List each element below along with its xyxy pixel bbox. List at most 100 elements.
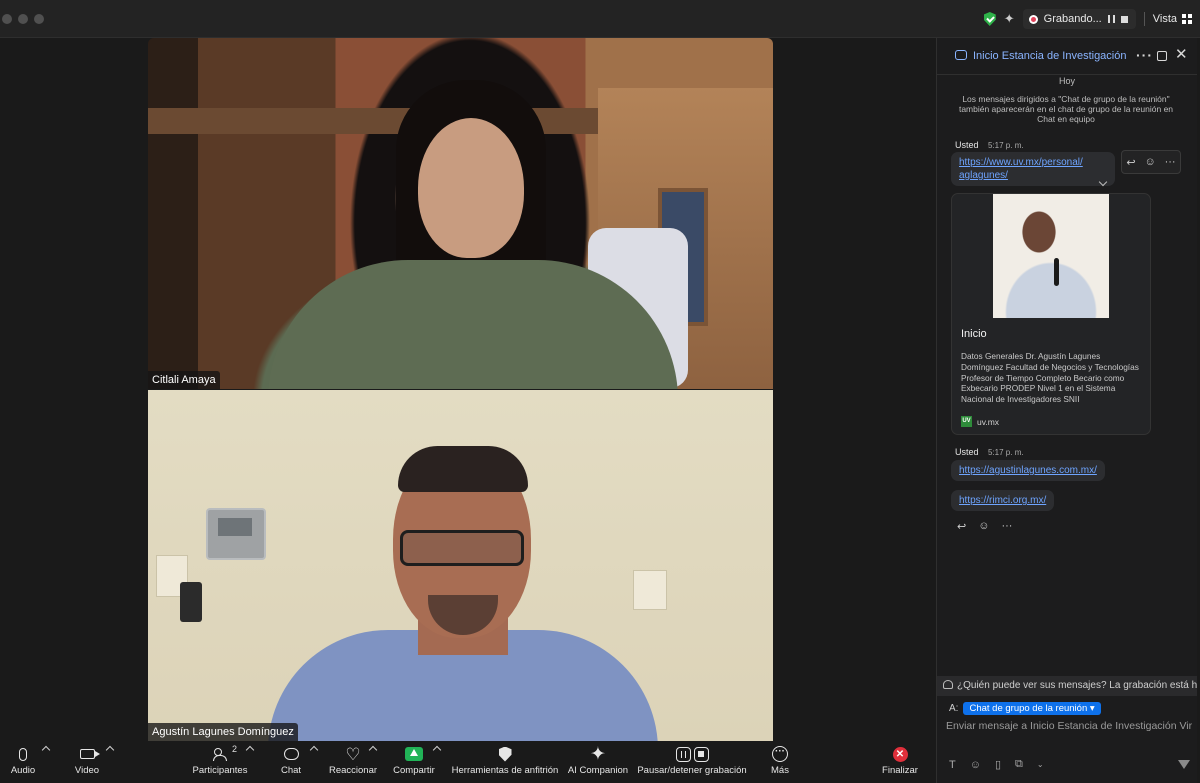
chevron-down-icon[interactable]: ⌄ <box>1037 760 1044 769</box>
stop-icon[interactable] <box>1120 15 1128 23</box>
sparkle-icon: ✦ <box>590 743 606 765</box>
reply-icon[interactable]: ↩ <box>1126 156 1135 169</box>
window-zoom-dot[interactable] <box>34 14 44 24</box>
preview-image <box>993 194 1109 318</box>
recording-indicator[interactable]: Grabando... <box>1022 9 1136 29</box>
window-minimize-dot[interactable] <box>18 14 28 24</box>
emoji-icon[interactable]: ☺ <box>1144 156 1155 168</box>
chat-button[interactable]: Chat <box>276 741 306 783</box>
chat-title[interactable]: Inicio Estancia de Investigación Vir... <box>973 50 1129 62</box>
participants-label: Participantes <box>192 765 248 776</box>
heart-icon: ♡ <box>345 744 361 764</box>
wall-charger <box>180 582 202 622</box>
end-button[interactable]: ✕ Finalizar <box>880 741 920 783</box>
view-button[interactable]: Vista <box>1153 13 1192 25</box>
window-titlebar: ✦ Grabando... Vista <box>0 0 1200 38</box>
preview-host: uv.mx <box>977 417 1000 427</box>
chat-bubble-icon <box>955 50 967 60</box>
preview-description: Datos Generales Dr. Agustín Lagunes Domí… <box>961 351 1139 405</box>
audio-button[interactable]: Audio <box>6 741 40 783</box>
share-button[interactable]: Compartir <box>390 741 438 783</box>
chat-notice: Los mensajes dirigidos a "Chat de grupo … <box>958 94 1174 124</box>
emoji-icon[interactable]: ☺ <box>970 759 981 771</box>
ai-companion-label: AI Companion <box>567 765 629 776</box>
reply-icon[interactable]: ↩ <box>957 520 966 533</box>
close-icon[interactable]: ✕ <box>1175 47 1188 62</box>
message-actions: ↩ ☺ ··· <box>1121 150 1181 174</box>
screenshot-icon[interactable]: ⧉ <box>1015 758 1023 771</box>
participant-face <box>418 118 524 258</box>
record-icon <box>1028 14 1038 24</box>
video-button[interactable]: Video <box>70 741 104 783</box>
message-link[interactable]: https://agustinlagunes.com.mx/ <box>959 465 1097 476</box>
who-can-see-banner[interactable]: ¿Quién puede ver sus mensajes? La grabac… <box>937 676 1197 696</box>
grid-icon <box>1182 14 1192 24</box>
react-label: Reaccionar <box>328 765 378 776</box>
who-can-see-text: ¿Quién puede ver sus mensajes? La grabac… <box>957 680 1197 691</box>
preview-title: Inicio <box>961 328 987 340</box>
host-tools-label: Herramientas de anfitrión <box>451 765 559 776</box>
send-icon[interactable] <box>1178 760 1190 769</box>
participant-name-tag: Citlali Amaya <box>148 371 220 389</box>
audio-label: Audio <box>10 765 36 776</box>
ellipsis-icon[interactable]: ··· <box>1165 156 1176 168</box>
message-bubble: https://www.uv.mx/personal/ aglagunes/ <box>951 152 1115 186</box>
video-tile-participant-1[interactable]: Citlali Amaya <box>148 38 773 389</box>
message-input[interactable]: Enviar mensaje a Inicio Estancia de Inve… <box>946 720 1192 732</box>
wall-switch <box>633 570 667 610</box>
host-tools-button[interactable]: Herramientas de anfitrión <box>450 741 560 783</box>
recipient-dropdown[interactable]: Chat de grupo de la reunión ▾ <box>963 702 1101 715</box>
message-sender: Usted <box>955 140 979 150</box>
message-actions: ↩ ☺ ··· <box>957 520 1012 533</box>
wall-device <box>206 508 266 560</box>
popout-icon[interactable] <box>1157 51 1167 61</box>
more-button[interactable]: ··· Más <box>767 741 793 783</box>
window-close-dot[interactable] <box>2 14 12 24</box>
view-label: Vista <box>1152 13 1177 25</box>
chat-header: Inicio Estancia de Investigación Vir... … <box>937 38 1197 75</box>
video-options-caret[interactable] <box>105 745 115 755</box>
file-icon[interactable]: ▯ <box>995 758 1001 771</box>
preview-image-microphone <box>1054 258 1059 286</box>
participants-button[interactable]: Participantes <box>190 741 250 783</box>
share-label: Compartir <box>393 765 435 776</box>
link-preview-card[interactable]: Inicio Datos Generales Dr. Agustín Lagun… <box>951 193 1151 435</box>
chat-panel: Inicio Estancia de Investigación Vir... … <box>936 38 1197 783</box>
ellipsis-icon[interactable]: ··· <box>1136 48 1153 62</box>
message-link[interactable]: https://rimci.org.mx/ <box>959 495 1046 506</box>
ai-companion-button[interactable]: ✦ AI Companion <box>566 741 630 783</box>
message-bubble: https://rimci.org.mx/ <box>951 490 1055 511</box>
recording-controls-label: Pausar/detener grabación <box>637 765 747 776</box>
format-text-icon[interactable]: T <box>949 759 956 771</box>
more-label: Más <box>771 765 789 776</box>
recipient-row: A: Chat de grupo de la reunión ▾ <box>949 702 1101 715</box>
video-label: Video <box>74 765 100 776</box>
chat-label: Chat <box>280 765 302 776</box>
meeting-toolbar: Audio Video Participantes 2 Chat ♡ Reacc… <box>0 741 936 783</box>
ellipsis-icon[interactable]: ··· <box>1001 520 1012 533</box>
participants-count: 2 <box>232 744 238 754</box>
participant-glasses <box>400 530 524 566</box>
more-icon: ··· <box>772 746 788 762</box>
message-time: 5:17 p. m. <box>988 141 1024 150</box>
chat-options-caret[interactable] <box>309 745 319 755</box>
sparkle-icon[interactable]: ✦ <box>1004 11 1015 27</box>
divider <box>1143 12 1145 26</box>
pause-icon[interactable] <box>1107 15 1115 23</box>
shield-check-icon[interactable] <box>983 12 996 26</box>
host-shield-icon <box>498 746 512 762</box>
emoji-icon[interactable]: ☺ <box>978 520 989 533</box>
recipient-label: A: <box>949 703 959 714</box>
audio-options-caret[interactable] <box>41 745 51 755</box>
video-tile-participant-2[interactable]: Agustín Lagunes Domínguez <box>148 390 773 741</box>
message-link[interactable]: https://www.uv.mx/personal/ <box>959 157 1083 168</box>
message-link-continuation[interactable]: aglagunes/ <box>959 170 1008 181</box>
recording-controls-button[interactable]: Pausar/detener grabación <box>636 741 748 783</box>
participant-hair <box>398 446 528 492</box>
share-icon <box>405 747 423 761</box>
recipient-value: Chat de grupo de la reunión <box>969 703 1088 714</box>
chat-day-label: Hoy <box>1058 76 1075 86</box>
message-time: 5:17 p. m. <box>988 448 1024 457</box>
message-sender: Usted <box>955 447 979 457</box>
participant-name-tag: Agustín Lagunes Domínguez <box>148 723 298 741</box>
